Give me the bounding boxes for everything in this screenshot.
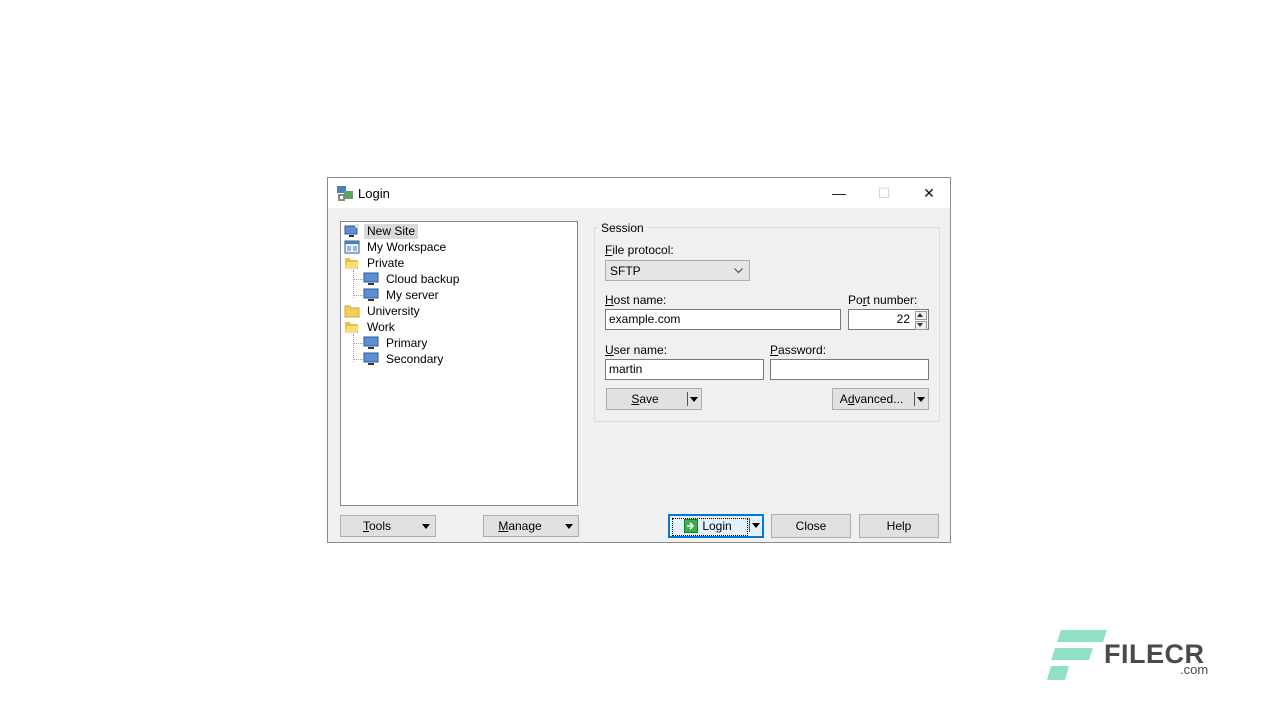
close-label: Close (795, 519, 827, 533)
folder-open-icon (345, 258, 359, 269)
manage-dropdown-icon (565, 524, 573, 529)
port-number-input[interactable]: 22 (848, 309, 929, 330)
folder-icon (344, 305, 360, 318)
tree-item-new-site[interactable]: New Site (344, 223, 419, 239)
tree-item-primary[interactable]: Primary (363, 335, 430, 351)
port-number-value: 22 (896, 312, 910, 326)
spin-up-icon[interactable] (915, 311, 927, 320)
advanced-label: Advanced... (839, 392, 904, 406)
tools-dropdown-icon (422, 524, 430, 529)
save-label: Save (631, 392, 659, 406)
advanced-button[interactable]: Advanced... (832, 388, 929, 410)
port-number-label: Port number: (848, 293, 918, 307)
save-button[interactable]: Save (606, 388, 702, 410)
site-tree[interactable]: New Site My Workspace Private Cloud back… (340, 221, 578, 506)
winscp-app-icon (337, 186, 353, 201)
tools-button[interactable]: Tools (340, 515, 436, 537)
maximize-icon: ☐ (877, 184, 891, 201)
file-protocol-value: SFTP (610, 264, 641, 278)
window-title: Login (358, 186, 390, 201)
title-bar: Login — ☐ ✕ (328, 178, 950, 208)
tree-item-private[interactable]: Private (344, 255, 407, 271)
tree-item-my-workspace[interactable]: My Workspace (344, 239, 449, 255)
computer-icon (363, 336, 379, 349)
tree-item-secondary[interactable]: Secondary (363, 351, 446, 367)
save-dropdown-icon[interactable] (690, 397, 698, 402)
user-name-input[interactable]: martin (605, 359, 764, 380)
close-button[interactable]: Close (771, 514, 851, 538)
tools-label: Tools (362, 519, 391, 533)
host-name-input[interactable]: example.com (605, 309, 841, 330)
manage-button[interactable]: Manage (483, 515, 579, 537)
tree-item-my-server[interactable]: My server (363, 287, 442, 303)
maximize-button: ☐ (861, 178, 907, 208)
watermark-suffix: .com (1180, 662, 1209, 677)
filecr-logo-icon (1047, 630, 1107, 680)
login-dialog: Login — ☐ ✕ New Site My Workspace Privat… (327, 177, 951, 543)
user-name-label: User name: (605, 343, 668, 357)
minimize-button[interactable]: — (816, 178, 862, 208)
filecr-watermark: FILECR .com (1047, 628, 1217, 683)
password-label: Password: (770, 343, 827, 357)
login-dropdown-icon[interactable] (752, 523, 760, 528)
close-window-button[interactable]: ✕ (906, 178, 952, 208)
help-button[interactable]: Help (859, 514, 939, 538)
close-icon: ✕ (923, 184, 935, 201)
session-group-label: Session (598, 221, 647, 235)
minimize-icon: — (832, 185, 846, 201)
tree-item-university[interactable]: University (344, 303, 423, 319)
tree-item-cloud-backup[interactable]: Cloud backup (363, 271, 462, 287)
login-button[interactable]: Login (668, 514, 764, 538)
tree-item-work[interactable]: Work (344, 319, 398, 335)
port-spinner[interactable] (915, 311, 927, 330)
manage-label: Manage (498, 519, 542, 533)
folder-open-icon (345, 322, 359, 333)
file-protocol-select[interactable]: SFTP (605, 260, 750, 281)
advanced-dropdown-icon[interactable] (917, 397, 925, 402)
new-site-icon (344, 224, 359, 237)
help-label: Help (886, 519, 912, 533)
computer-icon (363, 272, 379, 285)
chevron-down-icon (734, 268, 743, 274)
workspace-icon (344, 240, 360, 254)
host-name-label: Host name: (605, 293, 667, 307)
password-input[interactable] (770, 359, 929, 380)
file-protocol-label: File protocol: (605, 243, 674, 257)
computer-icon (363, 352, 379, 365)
spin-down-icon[interactable] (915, 321, 927, 330)
computer-icon (363, 288, 379, 301)
